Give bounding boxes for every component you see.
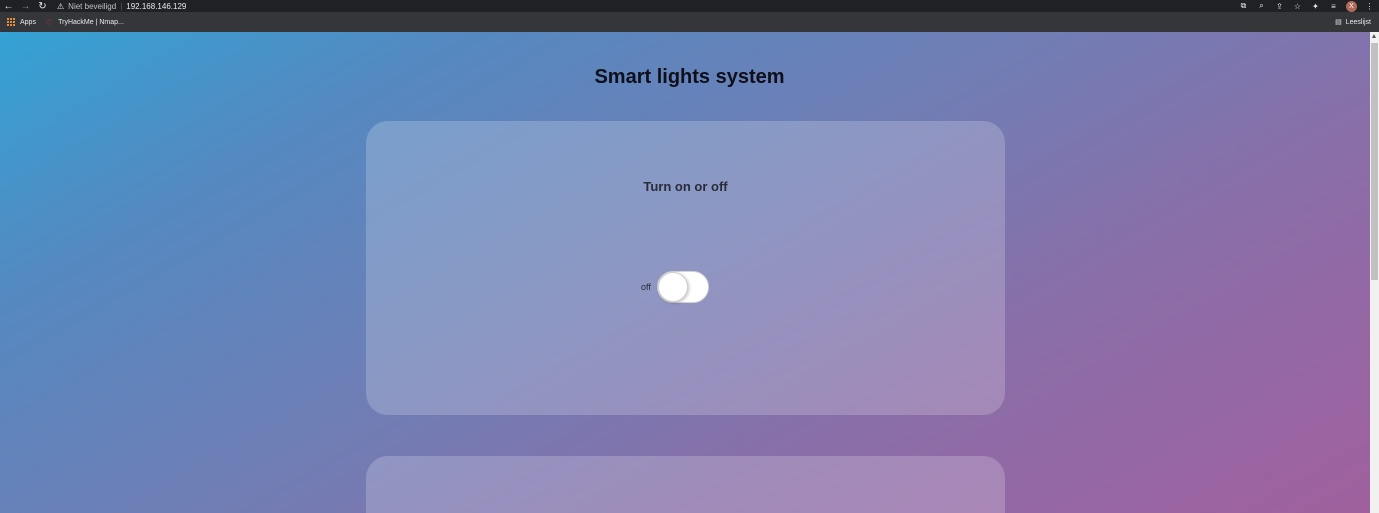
tryhackme-icon: ♡ xyxy=(44,17,53,27)
page-viewport: Smart lights system Turn on or off off xyxy=(0,32,1370,513)
security-status: Niet beveiligd xyxy=(68,1,117,11)
star-icon[interactable]: ☆ xyxy=(1292,0,1303,12)
scrollbar[interactable] xyxy=(1370,32,1379,513)
apps-grid-icon xyxy=(7,18,15,26)
extensions-icon[interactable]: ✦ xyxy=(1310,0,1321,12)
bookmark-label: TryHackMe | Nmap... xyxy=(58,18,124,26)
toolbar-actions: ⧉ ⌕ ⇪ ☆ ✦ ≡ X ⋮ xyxy=(1238,0,1375,12)
translate-icon[interactable]: ⧉ xyxy=(1238,0,1249,12)
toggle-card: Turn on or off off xyxy=(366,121,1005,415)
second-card xyxy=(366,456,1005,513)
separator: | xyxy=(120,1,123,11)
avatar[interactable]: X xyxy=(1346,0,1357,12)
bookmark-apps[interactable]: Apps xyxy=(7,18,36,26)
reading-list-button[interactable]: ▤ Leeslijst xyxy=(1335,12,1371,32)
bookmarks-bar: Apps ♡ TryHackMe | Nmap... ▤ Leeslijst xyxy=(0,12,1379,32)
toggle-row: off xyxy=(641,271,709,303)
scrollbar-thumb[interactable] xyxy=(1371,43,1378,280)
page-title: Smart lights system xyxy=(594,66,785,88)
media-queue-icon[interactable]: ≡ xyxy=(1328,0,1339,12)
address-bar[interactable]: ⚠ Niet beveiligd | 192.168.146.129 xyxy=(57,0,186,12)
warning-icon: ⚠ xyxy=(57,1,65,11)
forward-arrow-icon[interactable]: → xyxy=(17,0,34,12)
bookmark-tryhackme[interactable]: ♡ TryHackMe | Nmap... xyxy=(45,18,124,27)
menu-icon[interactable]: ⋮ xyxy=(1364,0,1375,12)
share-icon[interactable]: ⇪ xyxy=(1274,0,1285,12)
url-text[interactable]: 192.168.146.129 xyxy=(126,2,186,11)
reload-icon[interactable]: ↻ xyxy=(34,0,51,12)
reading-list-label: Leeslijst xyxy=(1345,18,1371,26)
toggle-knob[interactable] xyxy=(657,272,688,302)
card-heading: Turn on or off xyxy=(643,179,728,194)
bookmark-label: Apps xyxy=(20,18,36,26)
toggle-state-label: off xyxy=(641,282,651,292)
reading-list-icon: ▤ xyxy=(1335,19,1342,26)
scroll-up-arrow-icon[interactable] xyxy=(1372,34,1376,38)
zoom-icon[interactable]: ⌕ xyxy=(1256,0,1267,12)
browser-toolbar: ← → ↻ ⚠ Niet beveiligd | 192.168.146.129… xyxy=(0,0,1379,12)
light-toggle-switch[interactable] xyxy=(656,271,709,303)
back-arrow-icon[interactable]: ← xyxy=(0,0,17,12)
